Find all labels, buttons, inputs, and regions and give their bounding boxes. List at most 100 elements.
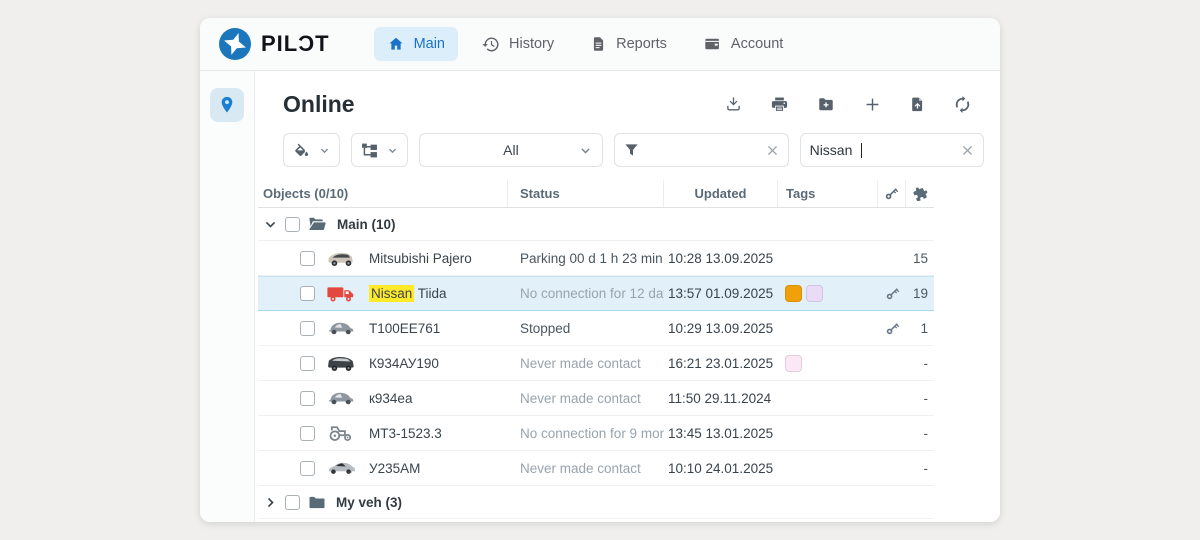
clear-search-icon[interactable] (961, 144, 974, 157)
group-label: My veh (3) (336, 495, 402, 510)
truck-vehicle-icon (326, 284, 356, 303)
text-caret (861, 143, 862, 158)
row-checkbox[interactable] (300, 286, 315, 301)
key-icon (885, 321, 900, 336)
tags-column-header[interactable]: Tags (778, 180, 878, 207)
vehicle-name: У235АМ (369, 461, 420, 476)
vehicle-row[interactable]: МТ3-1523.3No connection for 9 mont13:45 … (258, 416, 934, 451)
print-icon[interactable] (770, 95, 789, 114)
home-icon (387, 35, 405, 53)
row-checkbox[interactable] (300, 461, 315, 476)
status-filter-input[interactable] (614, 133, 789, 167)
map-pin-button[interactable] (210, 88, 244, 122)
color-fill-button[interactable] (283, 133, 340, 167)
puzzle-column-header[interactable] (906, 180, 934, 207)
vehicle-row[interactable]: Nissan TiidaNo connection for 12 day13:5… (258, 276, 934, 311)
updated-timestamp: 10:10 24.01.2025 (664, 461, 778, 476)
logo-mark-icon (218, 27, 252, 61)
key-cell (878, 286, 906, 301)
tree-view-button[interactable] (351, 133, 408, 167)
status-text: Never made contact (508, 461, 664, 476)
chevron-down-icon (387, 145, 398, 156)
vehicle-name: к934еа (369, 391, 412, 406)
group-select-value: All (503, 142, 519, 158)
group-checkbox[interactable] (285, 217, 300, 232)
row-checkbox[interactable] (300, 426, 315, 441)
sensor-count: 1 (906, 321, 934, 336)
vehicle-name: Mitsubishi Pajero (369, 251, 472, 266)
folder-add-icon[interactable] (816, 95, 836, 114)
nav-tabs: Main History Reports (374, 27, 797, 62)
left-sidebar (200, 71, 255, 522)
vehicle-row[interactable]: К934АУ190 Never made contact16:21 23.01.2… (258, 346, 934, 381)
tag-swatch[interactable] (785, 355, 802, 372)
group-row[interactable]: My veh (3) (258, 486, 934, 519)
brand-name: PILƆT (261, 31, 330, 57)
status-column-header[interactable]: Status (508, 180, 664, 207)
tab-reports[interactable]: Reports (577, 27, 680, 61)
tag-swatch[interactable] (806, 285, 823, 302)
group-row[interactable]: Main (10) (258, 208, 934, 241)
updated-timestamp: 11:50 29.11.2024 (664, 391, 778, 406)
search-highlight: Nissan (369, 285, 414, 302)
vehicle-objects-cell: T100EE761 (258, 319, 508, 337)
paint-fill-icon (293, 142, 310, 159)
add-icon[interactable] (863, 95, 882, 114)
updated-timestamp: 16:21 23.01.2025 (664, 356, 778, 371)
status-text: No connection for 9 mont (508, 426, 664, 441)
vehicle-row[interactable]: T100EE761Stopped10:29 13.09.20251 (258, 311, 934, 346)
brand-logo[interactable]: PILƆT (218, 27, 330, 61)
folder-open-icon (308, 216, 327, 232)
sensor-count: 15 (906, 251, 934, 266)
download-icon[interactable] (724, 95, 743, 114)
table-body: Main (10) Mitsubishi Pajero Parking 00 d 1… (258, 208, 934, 519)
table-header: Objects (0/10) Status Updated Tags (258, 180, 934, 208)
main-content: Online (255, 71, 1000, 522)
tab-main[interactable]: Main (374, 27, 458, 61)
row-checkbox[interactable] (300, 251, 315, 266)
file-import-icon[interactable] (909, 95, 926, 114)
chevron-down-icon[interactable] (264, 218, 277, 231)
tab-account[interactable]: Account (690, 27, 796, 61)
objects-table: Objects (0/10) Status Updated Tags Main … (258, 180, 934, 522)
vehicle-name: МТ3-1523.3 (369, 426, 442, 441)
group-objects-cell: Main (10) (258, 216, 508, 232)
search-input[interactable]: Nissan (800, 133, 984, 167)
suv-vehicle-icon (326, 249, 356, 268)
sensor-count: - (906, 426, 934, 441)
objects-column-header[interactable]: Objects (0/10) (258, 180, 508, 207)
status-text: No connection for 12 day (508, 286, 664, 301)
group-objects-cell: My veh (3) (258, 495, 508, 510)
row-checkbox[interactable] (300, 321, 315, 336)
key-column-header[interactable] (878, 180, 906, 207)
refresh-icon[interactable] (953, 95, 972, 114)
vehicle-row[interactable]: Mitsubishi Pajero Parking 00 d 1 h 23 min… (258, 241, 934, 276)
vehicle-name: К934АУ190 (369, 356, 439, 371)
vehicle-objects-cell: к934еа (258, 389, 508, 407)
status-text: Never made contact (508, 356, 664, 371)
funnel-icon (624, 143, 639, 158)
updated-column-header[interactable]: Updated (664, 180, 778, 207)
clear-filter-icon[interactable] (766, 144, 779, 157)
van-vehicle-icon (326, 354, 356, 373)
car-vehicle-icon (326, 389, 356, 407)
sensor-count: 19 (906, 286, 934, 301)
group-checkbox[interactable] (285, 495, 300, 510)
row-checkbox[interactable] (300, 391, 315, 406)
tab-history[interactable]: History (468, 27, 567, 62)
sedan-vehicle-icon (326, 459, 356, 477)
tags-cell (778, 285, 878, 302)
tag-swatch[interactable] (785, 285, 802, 302)
vehicle-row[interactable]: У235АМ Never made contact10:10 24.01.2025… (258, 451, 934, 486)
key-icon (885, 286, 900, 301)
chevron-down-icon (579, 144, 592, 157)
row-checkbox[interactable] (300, 356, 315, 371)
chevron-right-icon[interactable] (264, 496, 277, 509)
status-text: Parking 00 d 1 h 23 min (508, 251, 664, 266)
tab-label: Account (731, 36, 783, 52)
group-select[interactable]: All (419, 133, 603, 167)
vehicle-row[interactable]: к934еаNever made contact11:50 29.11.2024… (258, 381, 934, 416)
app-window: PILƆT Main History (200, 18, 1000, 522)
vehicle-objects-cell: Mitsubishi Pajero (258, 249, 508, 268)
filter-bar: All Nissan (255, 126, 1000, 180)
